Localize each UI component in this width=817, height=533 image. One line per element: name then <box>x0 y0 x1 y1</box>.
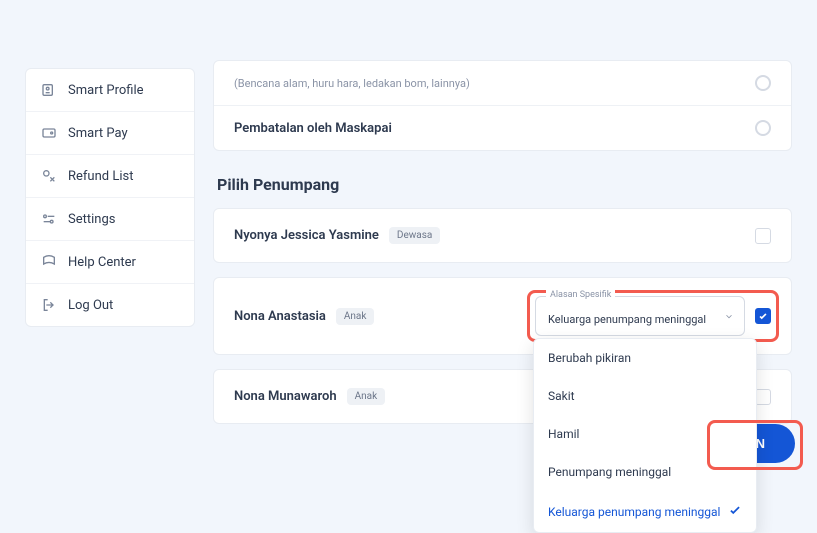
sidebar-label: Smart Profile <box>68 83 144 98</box>
passenger-name: Nyonya Jessica Yasmine <box>234 228 379 243</box>
passenger-row-anastasia[interactable]: Nona Anastasia Anak Alasan Spesifik Kelu… <box>213 277 792 355</box>
reason-title: Pembatalan oleh Maskapai <box>234 121 392 136</box>
radio-icon[interactable] <box>755 120 771 136</box>
passenger-type-badge: Anak <box>336 308 375 325</box>
reason-row-note[interactable]: (Bencana alam, huru hara, ledakan bom, l… <box>214 61 791 106</box>
reason-card: (Bencana alam, huru hara, ledakan bom, l… <box>213 60 792 151</box>
passenger-type-badge: Dewasa <box>389 227 440 244</box>
sidebar-item-logout[interactable]: Log Out <box>26 284 194 326</box>
sidebar-label: Log Out <box>68 298 113 313</box>
passenger-type-badge: Anak <box>347 388 386 405</box>
main-content: (Bencana alam, huru hara, ledakan bom, l… <box>213 0 792 512</box>
passenger-row-jessica[interactable]: Nyonya Jessica Yasmine Dewasa <box>213 208 792 263</box>
reason-note: (Bencana alam, huru hara, ledakan bom, l… <box>234 77 470 90</box>
profile-icon <box>40 81 58 99</box>
reason-dropdown: Berubah pikiran Sakit Hamil Penumpang me… <box>533 338 757 533</box>
refund-icon <box>40 167 58 185</box>
dropdown-option[interactable]: Hamil <box>534 415 756 453</box>
dropdown-option[interactable]: Berubah pikiran <box>534 339 756 377</box>
logout-icon <box>40 296 58 314</box>
checkbox-checked[interactable] <box>755 308 771 324</box>
sidebar: Smart Profile Smart Pay Refund List Sett… <box>25 68 195 327</box>
settings-icon <box>40 210 58 228</box>
sidebar-item-smart-pay[interactable]: Smart Pay <box>26 112 194 155</box>
reason-select-wrapper: Alasan Spesifik Keluarga penumpang menin… <box>535 296 745 336</box>
checkbox-unchecked[interactable] <box>755 228 771 244</box>
sidebar-item-smart-profile[interactable]: Smart Profile <box>26 69 194 112</box>
passenger-name: Nona Anastasia <box>234 309 326 324</box>
passengers-heading: Pilih Penumpang <box>217 175 792 194</box>
sidebar-item-refund-list[interactable]: Refund List <box>26 155 194 198</box>
checkbox-unchecked[interactable] <box>755 389 771 405</box>
dropdown-option[interactable]: Penumpang meninggal <box>534 453 756 491</box>
select-value: Keluarga penumpang meninggal <box>548 313 706 326</box>
wallet-icon <box>40 124 58 142</box>
radio-icon[interactable] <box>755 75 771 91</box>
sidebar-item-help-center[interactable]: Help Center <box>26 241 194 284</box>
reason-row-airline-cancel[interactable]: Pembatalan oleh Maskapai <box>214 106 791 150</box>
sidebar-label: Refund List <box>68 169 133 184</box>
passenger-name: Nona Munawaroh <box>234 389 337 404</box>
sidebar-label: Smart Pay <box>68 126 128 141</box>
help-icon <box>40 253 58 271</box>
sidebar-item-settings[interactable]: Settings <box>26 198 194 241</box>
chevron-down-icon <box>724 307 734 326</box>
reason-select[interactable]: Alasan Spesifik Keluarga penumpang menin… <box>535 296 745 336</box>
sidebar-label: Help Center <box>68 255 136 270</box>
sidebar-label: Settings <box>68 212 115 227</box>
select-floating-label: Alasan Spesifik <box>546 290 615 300</box>
dropdown-option[interactable]: Sakit <box>534 377 756 415</box>
